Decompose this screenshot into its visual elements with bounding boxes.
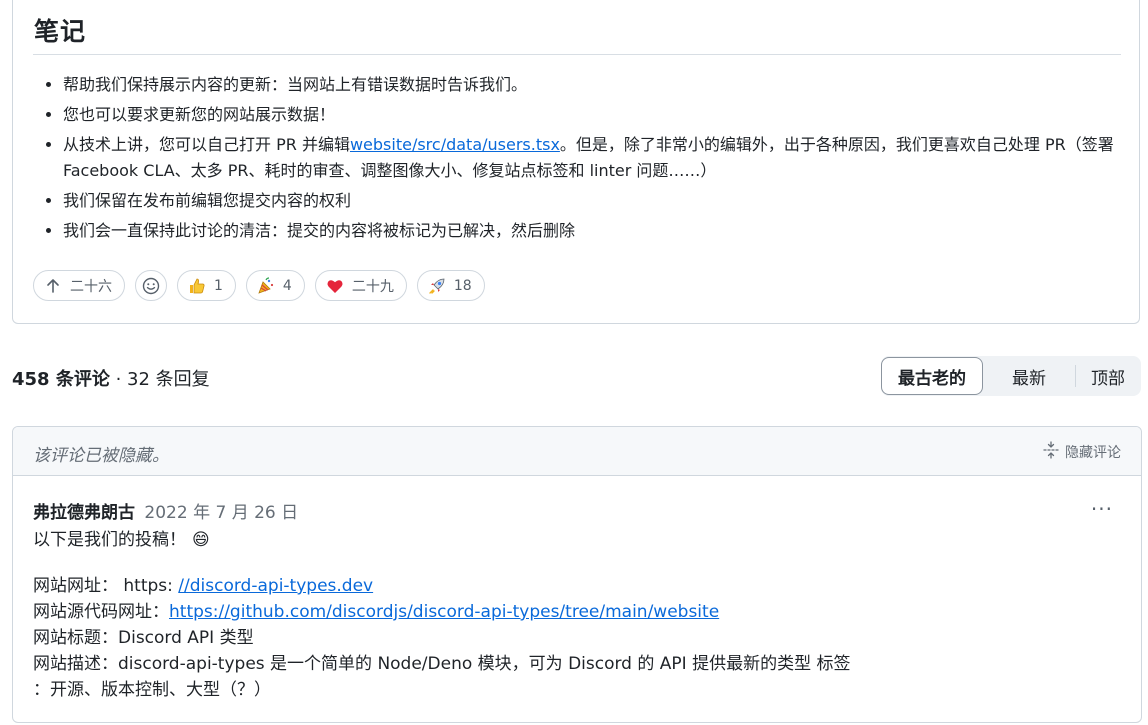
arrow-up-icon — [44, 277, 62, 295]
party-popper-icon — [257, 276, 275, 295]
upvote-count: 二十六 — [70, 278, 112, 295]
notes-list: 帮助我们保持展示内容的更新：当网站上有错误数据时告诉我们。 您也可以要求更新您的… — [33, 72, 1119, 248]
rocket-count: 18 — [453, 277, 472, 294]
site-url-prefix: https: — [118, 576, 179, 596]
comment-header: 弗拉德弗朗古 2022 年 7 月 26 日 — [33, 498, 298, 523]
heart-count: 二十九 — [351, 278, 394, 295]
upvote-button[interactable]: 二十六 — [33, 270, 125, 301]
thumbs-up-count: 1 — [214, 277, 223, 294]
note-text: 我们会一直保持此讨论的清洁：提交的内容将被标记为已解决，然后删除 — [63, 221, 576, 240]
more-options-button[interactable]: ··· — [1091, 497, 1113, 521]
comment-intro: 以下是我们的投稿！ 😄 — [33, 527, 1113, 553]
site-tags-line: ：开源、版本控制、大型（？） — [33, 680, 271, 700]
site-url-line: 网站网址： https: //discord-api-types.dev — [33, 573, 1113, 599]
hidden-comment-bar: 该评论已被隐藏。 隐藏评论 — [13, 427, 1141, 476]
heart-reaction[interactable]: 二十九 — [314, 270, 407, 301]
note-text: 您也可以要求更新您的网站展示数据！ — [63, 105, 336, 124]
smiley-icon — [142, 277, 160, 295]
site-title-line: 网站标题：Discord API 类型 — [33, 628, 254, 648]
tada-reaction[interactable]: 4 — [245, 270, 305, 301]
divider — [33, 54, 1121, 55]
sort-newest-button[interactable]: 最新 — [983, 357, 1075, 395]
list-item: 您也可以要求更新您的网站展示数据！ — [63, 102, 1119, 128]
comment-card: 该评论已被隐藏。 隐藏评论 弗拉德弗朗古 2022 年 7 月 26 日 ···… — [12, 426, 1142, 723]
heart-icon — [326, 277, 344, 295]
count-separator: · — [109, 369, 128, 390]
site-url-link[interactable]: //discord-api-types.dev — [178, 576, 373, 596]
thumbs-up-reaction[interactable]: 1 — [177, 270, 236, 301]
fold-icon — [1043, 441, 1059, 463]
users-file-link[interactable]: website/src/data/users.tsx — [350, 135, 560, 154]
rocket-reaction[interactable]: 18 — [416, 270, 485, 301]
list-item: 从技术上讲，您可以自己打开 PR 并编辑website/src/data/use… — [63, 132, 1119, 184]
hide-comment-button[interactable]: 隐藏评论 — [1043, 441, 1121, 463]
sort-oldest-button[interactable]: 最古老的 — [881, 357, 983, 395]
add-reaction-button[interactable] — [135, 270, 167, 301]
source-url-link[interactable]: https://github.com/discordjs/discord-api… — [169, 602, 719, 622]
source-url-label: 网站源代码网址： — [33, 602, 169, 622]
comment-date[interactable]: 2022 年 7 月 26 日 — [144, 503, 298, 523]
thumbs-up-icon — [188, 277, 206, 295]
source-url-line: 网站源代码网址：https://github.com/discordjs/dis… — [33, 599, 1113, 625]
tada-count: 4 — [282, 277, 292, 294]
sort-toggle: 最古老的 最新 顶部 — [881, 356, 1141, 396]
comment-total: 458 条评论 — [12, 369, 110, 390]
hidden-notice: 该评论已被隐藏。 — [33, 446, 169, 466]
list-item: 我们保留在发布前编辑您提交内容的权利 — [63, 188, 1119, 214]
sort-top-button[interactable]: 顶部 — [1076, 357, 1140, 395]
reactions-bar: 二十六 1 4 二十九 18 — [33, 270, 485, 303]
comments-count: 458 条评论 · 32 条回复 — [12, 365, 210, 391]
grinning-emoji: 😄 — [192, 530, 210, 550]
intro-text: 以下是我们的投稿！ — [33, 530, 186, 550]
note-text: 帮助我们保持展示内容的更新：当网站上有错误数据时告诉我们。 — [63, 75, 528, 94]
author-name[interactable]: 弗拉德弗朗古 — [33, 503, 135, 523]
note-text: 从技术上讲，您可以自己打开 PR 并编辑 — [63, 135, 350, 154]
note-text: 我们保留在发布前编辑您提交内容的权利 — [63, 191, 352, 210]
rocket-icon — [428, 277, 446, 295]
comment-body: 以下是我们的投稿！ 😄 网站网址： https: //discord-api-ty… — [33, 527, 1113, 703]
reply-total: 32 条回复 — [127, 369, 210, 390]
list-item: 我们会一直保持此讨论的清洁：提交的内容将被标记为已解决，然后删除 — [63, 218, 1119, 244]
notes-title: 笔记 — [34, 17, 87, 46]
list-item: 帮助我们保持展示内容的更新：当网站上有错误数据时告诉我们。 — [63, 72, 1119, 98]
notes-card: 笔记 帮助我们保持展示内容的更新：当网站上有错误数据时告诉我们。 您也可以要求更… — [12, 0, 1140, 324]
site-description-line: 网站描述：discord-api-types 是一个简单的 Node/Deno … — [33, 654, 851, 674]
hide-comment-label: 隐藏评论 — [1065, 445, 1121, 461]
site-url-label: 网站网址： — [33, 576, 118, 596]
